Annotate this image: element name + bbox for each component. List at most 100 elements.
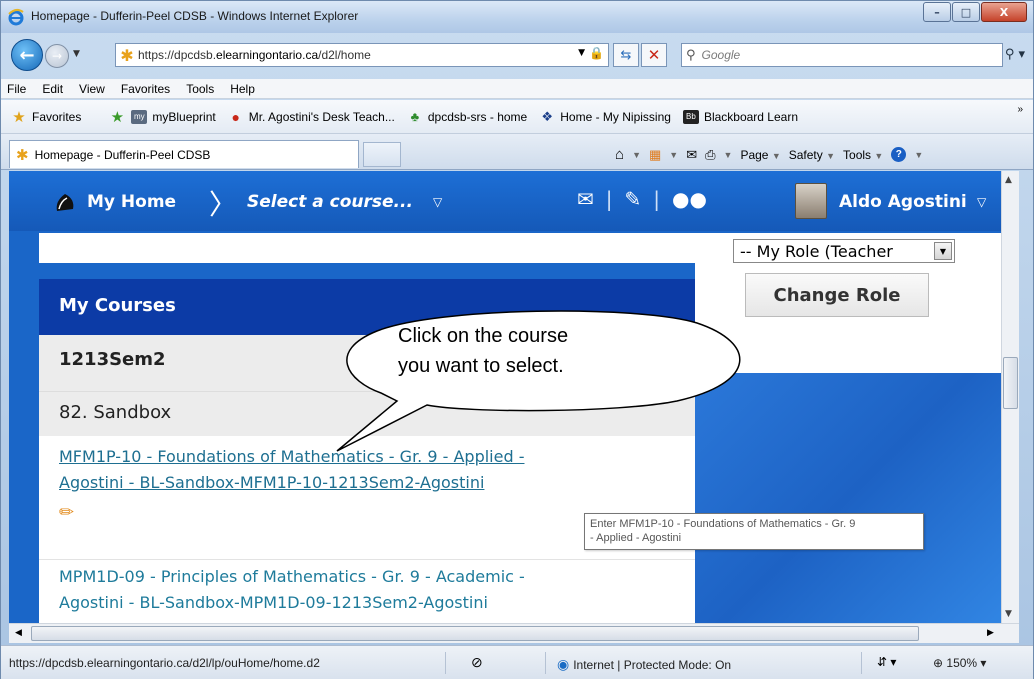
- recent-pages-dropdown[interactable]: ▼: [73, 49, 80, 59]
- tab-homepage[interactable]: ✱ Homepage - Dufferin-Peel CDSB: [9, 140, 359, 168]
- more-favorites-icon[interactable]: »: [1017, 104, 1023, 115]
- status-url: https://dpcdsb.elearningontario.ca/d2l/l…: [9, 656, 320, 670]
- feeds-icon[interactable]: ▦: [649, 147, 661, 163]
- menu-favorites[interactable]: Favorites: [121, 82, 170, 96]
- zoom-level[interactable]: ⊕ 150% ▾: [933, 656, 986, 670]
- title-bar: Homepage - Dufferin-Peel CDSB - Windows …: [1, 1, 1033, 33]
- add-favorite-icon[interactable]: ★: [109, 109, 125, 126]
- forward-arrow-icon: →: [51, 49, 63, 63]
- compatibility-button[interactable]: ⇆: [613, 43, 639, 67]
- print-icon[interactable]: ⎙: [705, 147, 715, 163]
- stop-icon: ✕: [647, 46, 661, 64]
- privacy-icon[interactable]: ⊘: [471, 654, 483, 671]
- horizontal-scroll-thumb[interactable]: [31, 626, 919, 641]
- lock-icon[interactable]: 🔒: [589, 46, 604, 60]
- globe-icon: ◉: [557, 656, 570, 672]
- scroll-right-icon[interactable]: ▶: [987, 628, 994, 638]
- menu-file[interactable]: File: [7, 82, 26, 96]
- vertical-scrollbar[interactable]: ▲ ▼: [1001, 171, 1019, 623]
- message-alerts-icon[interactable]: ✉: [577, 187, 594, 211]
- refresh-icon: ⇆: [620, 47, 632, 63]
- home-icon: [56, 194, 74, 211]
- ie-logo-icon: [8, 8, 24, 26]
- favorite-label: dpcdsb-srs - home: [427, 109, 528, 124]
- favorites-button[interactable]: ★ Favorites: [11, 109, 82, 126]
- favorite-desk-teach[interactable]: ● Mr. Agostini's Desk Teach...: [228, 108, 395, 125]
- chevron-down-icon: ▼: [934, 242, 952, 260]
- menu-tools[interactable]: Tools: [186, 82, 214, 96]
- user-name[interactable]: Aldo Agostini: [839, 192, 967, 212]
- tab-label: Homepage - Dufferin-Peel CDSB: [34, 147, 211, 162]
- security-zone[interactable]: ◉ Internet | Protected Mode: On: [557, 656, 731, 673]
- status-bar: https://dpcdsb.elearningontario.ca/d2l/l…: [1, 645, 1033, 679]
- updates-icon[interactable]: ✎: [625, 187, 642, 211]
- address-dropdown-icon[interactable]: ▼: [578, 48, 585, 58]
- menu-edit[interactable]: Edit: [42, 82, 63, 96]
- stop-button[interactable]: ✕: [641, 43, 667, 67]
- favorite-nipissing[interactable]: ❖ Home - My Nipissing: [539, 108, 671, 124]
- scroll-down-icon[interactable]: ▼: [1005, 609, 1012, 619]
- divider: [545, 652, 546, 674]
- plant-icon: ♣: [410, 109, 420, 124]
- favorite-label: myBlueprint: [152, 109, 216, 124]
- scroll-up-icon[interactable]: ▲: [1005, 175, 1012, 185]
- mail-icon[interactable]: ✉: [686, 147, 697, 163]
- search-placeholder: Google: [701, 48, 741, 62]
- course-link-mpm1d[interactable]: MPM1D-09 - Principles of Mathematics - G…: [59, 564, 675, 616]
- divider: [445, 652, 446, 674]
- favorite-blackboard[interactable]: Bb Blackboard Learn: [682, 109, 798, 124]
- avatar[interactable]: [795, 183, 827, 219]
- tools-menu[interactable]: Tools ▼: [843, 148, 883, 162]
- favorite-myblueprint[interactable]: my myBlueprint: [131, 109, 216, 124]
- pencil-icon[interactable]: ✏: [59, 502, 74, 523]
- address-bar[interactable]: ✱ https://dpcdsb.elearningontario.ca/d2l…: [115, 43, 609, 67]
- close-button[interactable]: X: [981, 2, 1027, 22]
- safety-menu[interactable]: Safety ▼: [789, 148, 835, 162]
- search-box[interactable]: ⚲ Google: [681, 43, 1003, 67]
- divider: |: [653, 187, 661, 211]
- horizontal-scrollbar[interactable]: ◀ ▶: [9, 623, 1019, 643]
- my-home-label: My Home: [87, 192, 177, 212]
- minimize-button[interactable]: –: [923, 2, 951, 22]
- menu-bar: File Edit View Favorites Tools Help: [1, 79, 1033, 99]
- myblueprint-icon: my: [131, 109, 148, 124]
- help-icon[interactable]: ?: [891, 147, 907, 162]
- list-item: MPM1D-09 - Principles of Mathematics - G…: [39, 560, 695, 623]
- search-go-icon[interactable]: ⚲ ▾: [1005, 47, 1025, 62]
- new-tab-button[interactable]: [363, 142, 401, 167]
- divider: |: [605, 187, 613, 211]
- favorite-label: Mr. Agostini's Desk Teach...: [248, 109, 395, 124]
- divider: [861, 652, 862, 674]
- maximize-button[interactable]: □: [952, 2, 980, 22]
- tooltip-line: Enter MFM1P-10 - Foundations of Mathemat…: [590, 518, 856, 530]
- tab-bar: ✱ Homepage - Dufferin-Peel CDSB ⌂ ▼ ▦ ▼ ✉ …: [1, 134, 1033, 170]
- course-selector-dropdown-icon[interactable]: ▽: [433, 195, 442, 209]
- menu-help[interactable]: Help: [230, 82, 255, 96]
- page-menu[interactable]: Page ▼: [740, 148, 780, 162]
- role-selected-value: -- My Role (Teacher: [740, 241, 893, 261]
- address-row: ← → ▼ ✱ https://dpcdsb.elearningontario.…: [1, 33, 1033, 77]
- course-title-line: MPM1D-09 - Principles of Mathematics - G…: [59, 567, 525, 586]
- d2l-navbar: My Home 〉 Select a course... ▽ ✉ | ✎ | ●…: [9, 171, 1001, 231]
- nipissing-icon: ❖: [541, 108, 554, 124]
- user-menu-dropdown-icon[interactable]: ▽: [977, 195, 986, 209]
- favorites-label: Favorites: [32, 109, 82, 124]
- vertical-scroll-thumb[interactable]: [1003, 357, 1018, 409]
- course-title-line: Agostini - BL-Sandbox-MPM1D-09-1213Sem2-…: [59, 593, 488, 612]
- back-button[interactable]: ←: [11, 39, 43, 71]
- my-home-link[interactable]: My Home: [53, 191, 176, 213]
- tab-favicon-icon: ✱: [16, 146, 29, 164]
- home-icon[interactable]: ⌂: [615, 146, 624, 163]
- role-select[interactable]: -- My Role (Teacher ▼: [733, 239, 955, 263]
- menu-view[interactable]: View: [79, 82, 105, 96]
- change-role-button[interactable]: Change Role: [745, 273, 929, 317]
- course-selector[interactable]: Select a course...: [247, 192, 413, 212]
- favorites-bar: ★ Favorites ★ my myBlueprint ● Mr. Agost…: [1, 100, 1033, 134]
- popup-blocker-icon[interactable]: ⇵ ▾: [877, 655, 896, 669]
- forward-button[interactable]: →: [45, 44, 69, 68]
- subscription-alerts-icon[interactable]: ●●: [672, 187, 707, 211]
- scroll-left-icon[interactable]: ◀: [15, 628, 22, 638]
- apple-icon: ●: [231, 108, 240, 125]
- command-bar: ⌂ ▼ ▦ ▼ ✉ ⎙ ▼ Page ▼ Safety ▼ Tools ▼ ? ▼: [615, 146, 924, 163]
- favorite-dpcdsb-srs[interactable]: ♣ dpcdsb-srs - home: [407, 109, 528, 124]
